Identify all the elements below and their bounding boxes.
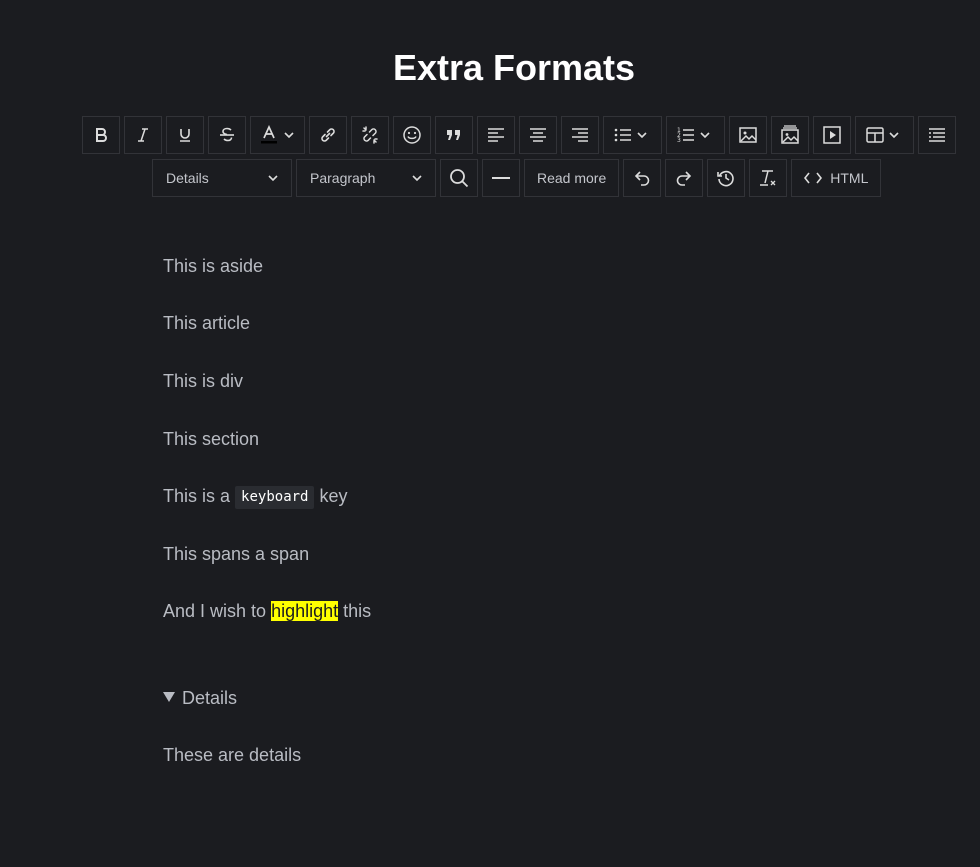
keyboard-suffix: key: [319, 486, 348, 506]
unlink-button[interactable]: [351, 116, 389, 154]
search-button[interactable]: [440, 159, 478, 197]
emoji-icon: [403, 126, 421, 144]
link-button[interactable]: [309, 116, 347, 154]
bold-icon: [96, 128, 107, 142]
code-icon: [804, 172, 823, 184]
details-body: These are details: [163, 745, 302, 765]
table-button[interactable]: [855, 116, 914, 154]
editor-page: Extra Formats 1 2 3 Details Paragraph Re…: [0, 0, 980, 867]
clear-formatting-icon: [760, 170, 776, 186]
span-paragraph: This spans a span: [163, 544, 310, 564]
clear-formatting-button[interactable]: [749, 159, 788, 197]
toc-icon: [929, 128, 945, 142]
toolbar-row-2: Details Paragraph Read more HTML: [152, 159, 882, 197]
italic-button[interactable]: [124, 116, 162, 154]
font-color-icon: [261, 125, 277, 144]
details-select[interactable]: Details: [152, 159, 292, 197]
video-button[interactable]: [813, 116, 851, 154]
bullet-list-icon: [614, 128, 631, 142]
disclosure-triangle-icon[interactable]: [163, 692, 175, 702]
chevron-down-icon: [412, 175, 422, 182]
paragraph-select-value: Paragraph: [310, 170, 376, 186]
numbered-list-icon: 123: [677, 127, 694, 144]
bullet-list-button[interactable]: [603, 116, 662, 154]
bold-button[interactable]: [82, 116, 120, 154]
details-summary-label: Details: [182, 688, 238, 708]
paragraph-select[interactable]: Paragraph: [296, 159, 436, 197]
align-right-icon: [572, 128, 588, 142]
gallery-button[interactable]: [771, 116, 809, 154]
aside-paragraph: This is aside: [163, 256, 264, 276]
table-icon: [866, 127, 884, 143]
undo-button[interactable]: [623, 159, 662, 197]
svg-text:3: 3: [677, 137, 681, 144]
search-icon: [450, 169, 469, 188]
underline-button[interactable]: [166, 116, 204, 154]
read-more-label: Read more: [537, 170, 607, 186]
highlighted-text: highlight: [271, 601, 339, 621]
redo-button[interactable]: [665, 159, 704, 197]
align-center-icon: [530, 128, 546, 142]
video-icon: [823, 126, 841, 144]
horizontal-rule-icon: [492, 177, 510, 179]
chevron-down-icon: [889, 132, 899, 139]
link-icon: [321, 128, 335, 142]
blockquote-button[interactable]: [435, 116, 473, 154]
undo-icon: [635, 171, 650, 186]
image-button[interactable]: [729, 116, 767, 154]
div-paragraph: This is div: [163, 371, 244, 391]
italic-icon: [138, 128, 148, 142]
align-left-icon: [488, 128, 504, 142]
section-paragraph: This section: [163, 429, 260, 449]
horizontal-rule-button[interactable]: [482, 159, 520, 197]
chevron-down-icon: [268, 175, 278, 182]
chevron-down-icon: [700, 132, 710, 139]
keyboard-prefix: This is a: [163, 486, 231, 506]
toolbar-row-1: 123: [82, 116, 956, 154]
html-source-button[interactable]: HTML: [791, 159, 882, 197]
numbered-list-button[interactable]: 123: [666, 116, 725, 154]
html-label: HTML: [830, 170, 869, 186]
underline-icon: [180, 129, 190, 142]
keyboard-key: keyboard: [235, 486, 315, 509]
unlink-icon: [362, 126, 378, 144]
highlight-prefix: And I wish to: [163, 601, 267, 621]
chevron-down-icon: [637, 132, 647, 139]
highlight-paragraph: And I wish to highlight this: [163, 600, 371, 622]
keyboard-paragraph: This is a keyboard key: [163, 485, 348, 509]
align-left-button[interactable]: [477, 116, 515, 154]
history-button[interactable]: [707, 159, 746, 197]
highlight-suffix: this: [343, 601, 372, 621]
history-icon: [717, 170, 735, 187]
gallery-icon: [781, 125, 799, 144]
details-select-value: Details: [166, 170, 209, 186]
article-paragraph: This article: [163, 313, 251, 333]
details-summary[interactable]: Details: [163, 687, 237, 709]
strikethrough-icon: [220, 127, 234, 142]
font-color-button[interactable]: [250, 116, 305, 154]
read-more-button[interactable]: Read more: [524, 159, 620, 197]
align-center-button[interactable]: [519, 116, 557, 154]
image-icon: [739, 127, 757, 143]
align-right-button[interactable]: [561, 116, 599, 154]
page-title: Extra Formats: [392, 47, 636, 88]
quote-icon: [447, 130, 460, 140]
redo-icon: [676, 171, 692, 186]
emoji-button[interactable]: [393, 116, 431, 154]
table-of-contents-button[interactable]: [918, 116, 956, 154]
chevron-down-icon: [284, 132, 294, 139]
strikethrough-button[interactable]: [208, 116, 246, 154]
